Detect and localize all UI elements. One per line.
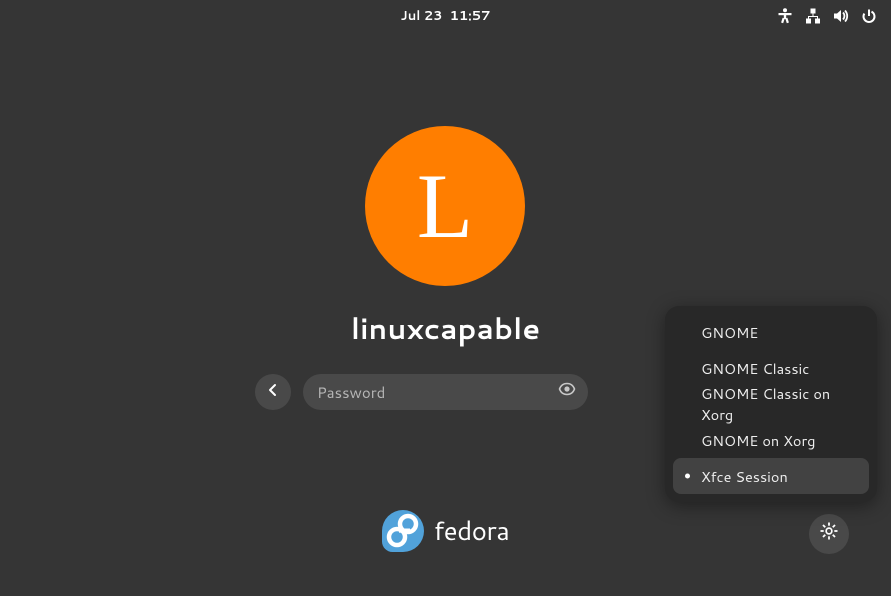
system-tray <box>777 0 877 32</box>
distro-name: fedora <box>434 513 510 549</box>
power-icon[interactable] <box>861 8 877 24</box>
avatar: L <box>365 126 525 286</box>
session-item-gnome-classic[interactable]: GNOME Classic <box>673 350 869 386</box>
clock[interactable]: Jul 23 11:57 <box>401 7 491 25</box>
password-input[interactable]: Password <box>303 374 588 410</box>
session-item-label: GNOME Classic <box>701 358 809 379</box>
session-item-xfce[interactable]: Xfce Session <box>673 458 869 494</box>
network-icon[interactable] <box>805 8 821 24</box>
avatar-initial: L <box>417 153 473 259</box>
time-label: 11:57 <box>450 7 491 25</box>
date-label: Jul 23 <box>401 7 443 25</box>
reveal-password-button[interactable] <box>558 380 576 404</box>
chevron-left-icon <box>265 381 281 404</box>
session-item-label: GNOME <box>701 322 758 343</box>
session-item-label: GNOME Classic on Xorg <box>701 383 857 425</box>
volume-icon[interactable] <box>833 8 849 24</box>
session-item-gnome-classic-xorg[interactable]: GNOME Classic on Xorg <box>673 386 869 422</box>
session-item-gnome-xorg[interactable]: GNOME on Xorg <box>673 422 869 458</box>
password-placeholder: Password <box>317 382 385 403</box>
session-item-label: GNOME on Xorg <box>701 430 815 451</box>
fedora-mark-icon <box>382 510 424 552</box>
password-row: Password <box>255 374 588 410</box>
session-item-label: Xfce Session <box>701 466 788 487</box>
session-menu: GNOME GNOME Classic GNOME Classic on Xor… <box>665 306 877 502</box>
eye-icon <box>558 381 576 404</box>
distro-logo: fedora <box>0 510 891 552</box>
session-item-gnome[interactable]: GNOME <box>673 314 869 350</box>
back-button[interactable] <box>255 374 291 410</box>
top-bar: Jul 23 11:57 <box>0 0 891 32</box>
accessibility-icon[interactable] <box>777 8 793 24</box>
